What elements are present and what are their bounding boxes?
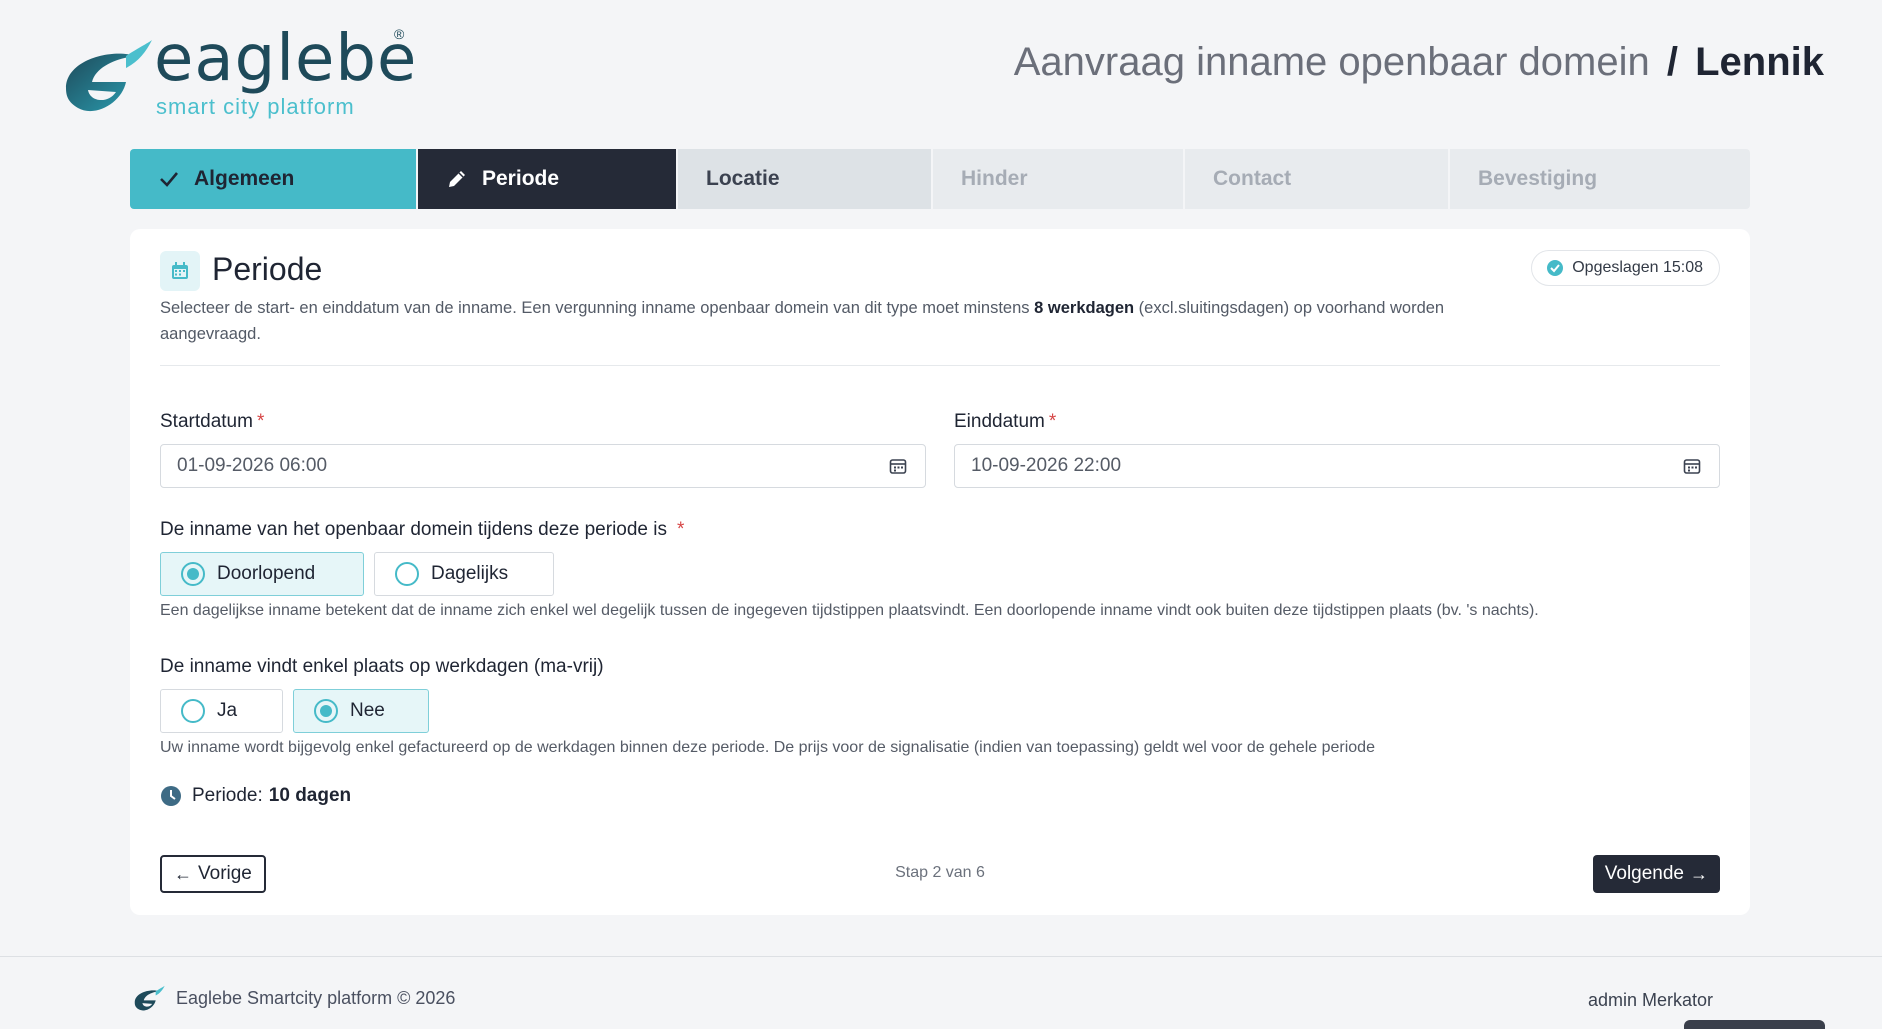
periode-card: Periode Opgeslagen 15:08 Selecteer de st… — [130, 229, 1750, 915]
workdays-hint: Uw inname wordt bijgevolg enkel gefactur… — [160, 739, 1375, 756]
divider — [160, 365, 1720, 366]
einddatum-label-text: Einddatum — [954, 411, 1045, 432]
required-marker: * — [677, 519, 685, 540]
card-title: Periode — [212, 251, 323, 287]
radio-unchecked-icon — [181, 699, 205, 723]
radio-checked-icon — [314, 699, 338, 723]
radio-label: Doorlopend — [217, 563, 316, 584]
eaglebe-footer-logo-icon — [134, 985, 165, 1011]
step-locatie[interactable]: Locatie — [678, 149, 931, 209]
brand-tagline: smart city platform — [156, 94, 355, 119]
brand-logo[interactable]: eaglebe ® smart city platform — [56, 24, 416, 124]
pencil-icon — [449, 171, 465, 187]
occupation-type-label: De inname van het openbaar domein tijden… — [160, 519, 684, 541]
radio-label: Nee — [350, 700, 385, 721]
step-bevestiging: Bevestiging — [1450, 149, 1750, 209]
saved-status-badge: Opgeslagen 15:08 — [1531, 250, 1720, 286]
required-marker: * — [256, 411, 265, 432]
radio-ja[interactable]: Ja — [160, 689, 283, 733]
description-emphasis: 8 werkdagen — [1034, 299, 1135, 317]
step-periode[interactable]: Periode — [418, 149, 676, 209]
einddatum-label: Einddatum * — [954, 411, 1056, 433]
step-label: Locatie — [706, 167, 780, 190]
description-text: Selecteer de start- en einddatum van de … — [160, 299, 1035, 317]
calendar-picker-icon[interactable] — [1683, 457, 1701, 475]
startdatum-value: 01-09-2026 06:00 — [177, 455, 328, 476]
brand-name: eaglebe — [154, 22, 418, 96]
title-separator: / — [1666, 40, 1678, 84]
startdatum-label-text: Startdatum — [160, 411, 253, 432]
clock-icon — [161, 786, 181, 806]
check-icon — [160, 172, 178, 187]
radio-nee[interactable]: Nee — [293, 689, 429, 733]
period-summary: Periode: 10 dagen — [160, 785, 351, 807]
eaglebe-logo-icon — [66, 40, 152, 112]
startdatum-label: Startdatum * — [160, 411, 264, 433]
radio-unchecked-icon — [395, 562, 419, 586]
period-label: Periode: — [192, 785, 263, 806]
period-value: 10 dagen — [268, 785, 352, 806]
step-label: Periode — [482, 167, 560, 190]
step-counter: Stap 2 van 6 — [895, 864, 985, 881]
registered-mark: ® — [394, 26, 405, 42]
radio-dagelijks[interactable]: Dagelijks — [374, 552, 554, 596]
einddatum-input[interactable]: 10-09-2026 22:00 — [954, 444, 1720, 488]
next-button[interactable]: Volgende → — [1592, 855, 1720, 893]
einddatum-value: 10-09-2026 22:00 — [971, 455, 1122, 476]
workdays-label: De inname vindt enkel plaats op werkdage… — [160, 656, 604, 678]
page-title: Aanvraag inname openbaar domein / Lennik — [1014, 40, 1824, 85]
workdays-label-text: De inname vindt enkel plaats op werkdage… — [160, 656, 604, 677]
wizard-steps: Algemeen Periode Locatie Hinder Contact … — [130, 149, 1750, 209]
step-label: Hinder — [961, 167, 1028, 190]
occupation-type-label-text: De inname van het openbaar domein tijden… — [160, 519, 667, 540]
radio-label: Dagelijks — [431, 563, 509, 584]
arrow-right-icon: → — [1690, 863, 1708, 884]
step-label: Contact — [1213, 167, 1292, 190]
step-algemeen[interactable]: Algemeen — [130, 149, 416, 209]
step-hinder: Hinder — [933, 149, 1183, 209]
check-circle-icon — [1547, 260, 1564, 276]
card-description: Selecteer de start- en einddatum van de … — [160, 295, 1460, 347]
occupation-type-hint: Een dagelijkse inname betekent dat de in… — [160, 602, 1539, 619]
radio-label: Ja — [217, 700, 238, 721]
footer-divider — [0, 956, 1882, 957]
footer-copyright: Eaglebe Smartcity platform © 2026 — [176, 988, 456, 1008]
step-contact: Contact — [1185, 149, 1448, 209]
request-title: Aanvraag inname openbaar domein — [1013, 40, 1650, 84]
radio-doorlopend[interactable]: Doorlopend — [160, 552, 364, 596]
required-marker: * — [1048, 411, 1057, 432]
user-menu-tab[interactable] — [1684, 1020, 1825, 1029]
startdatum-input[interactable]: 01-09-2026 06:00 — [160, 444, 926, 488]
step-label: Bevestiging — [1478, 167, 1598, 190]
municipality-name: Lennik — [1695, 40, 1824, 84]
radio-checked-icon — [181, 562, 205, 586]
step-label: Algemeen — [194, 167, 295, 190]
calendar-icon — [160, 251, 200, 291]
next-label: Volgende — [1604, 863, 1684, 884]
current-user[interactable]: admin Merkator — [1588, 990, 1713, 1011]
calendar-picker-icon[interactable] — [889, 457, 907, 475]
saved-text: Opgeslagen 15:08 — [1572, 259, 1703, 276]
